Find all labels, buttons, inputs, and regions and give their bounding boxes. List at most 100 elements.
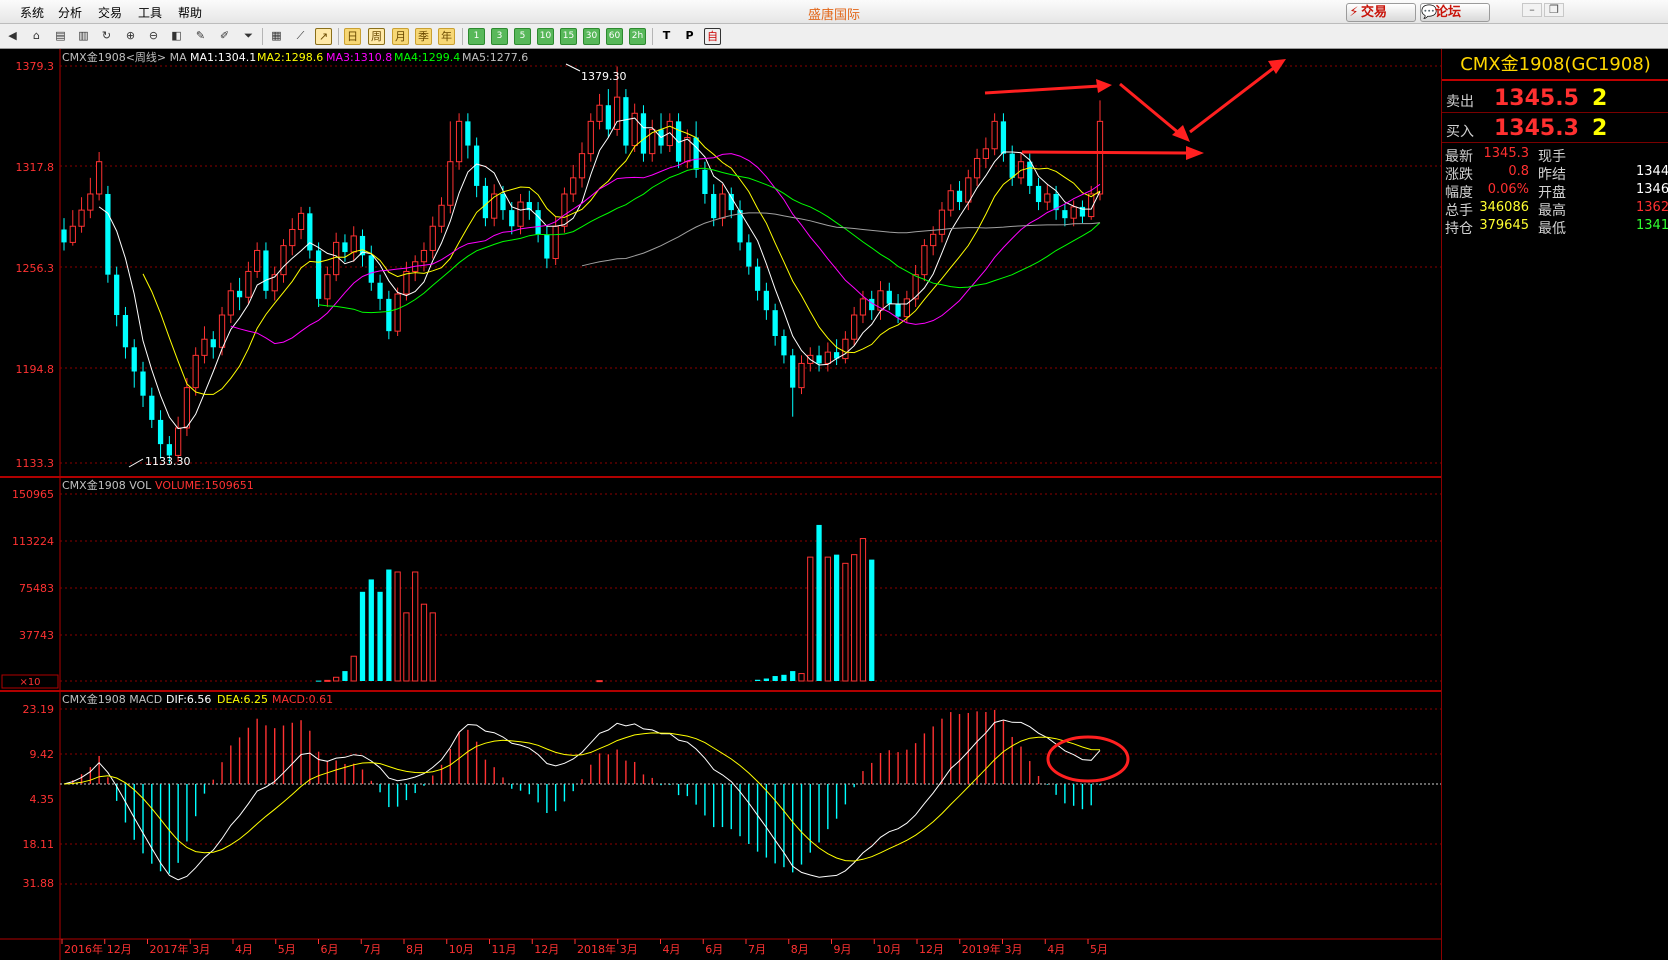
stat-value: 379645 bbox=[1479, 218, 1529, 233]
x-axis-label: 3月 bbox=[1005, 943, 1023, 956]
candle-body bbox=[482, 185, 489, 219]
chart-background bbox=[0, 49, 1441, 960]
app-title: 盛唐国际 bbox=[807, 8, 860, 23]
candle-body bbox=[561, 193, 568, 227]
stat-value: 346086 bbox=[1479, 200, 1529, 215]
x-axis-label: 7月 bbox=[748, 943, 766, 956]
macd-pane-label: CMX金1908 MACD bbox=[62, 692, 162, 706]
volume-bar bbox=[842, 562, 849, 682]
candle-body bbox=[420, 249, 428, 263]
menu-analysis[interactable]: 分析 bbox=[58, 4, 82, 21]
menu-trade[interactable]: 交易 bbox=[98, 4, 122, 21]
indicator-icon[interactable]: ↗ bbox=[315, 28, 332, 45]
forum-button[interactable]: 💬论坛 bbox=[1420, 3, 1490, 22]
trade-button[interactable]: ⚡ 交易 bbox=[1346, 3, 1416, 22]
bid-volume: 2 bbox=[1592, 116, 1608, 141]
line-chart-icon[interactable]: ⟋ bbox=[292, 28, 309, 45]
x-axis-label: 2017年 bbox=[150, 942, 189, 956]
minute-30-button[interactable]: 30 bbox=[583, 28, 600, 45]
candle-body bbox=[702, 169, 708, 194]
vol-pane-label: CMX金1908 VOL bbox=[62, 478, 152, 492]
candle-body bbox=[175, 427, 182, 456]
stat-label: 开盘 bbox=[1538, 185, 1566, 201]
contract-title: CMX金1908(GC1908) bbox=[1442, 49, 1668, 81]
refresh-icon[interactable]: ↻ bbox=[98, 28, 115, 45]
candle-body bbox=[570, 177, 577, 195]
bid-row[interactable]: 买入 1345.3 2 bbox=[1442, 113, 1668, 143]
volume-bar bbox=[412, 571, 419, 682]
candle-body bbox=[87, 193, 94, 211]
volume-bar bbox=[333, 676, 340, 682]
candle-body bbox=[368, 255, 374, 283]
quote-list-icon[interactable]: ▤ bbox=[52, 28, 69, 45]
zoom-out-icon[interactable]: ⊖ bbox=[145, 28, 162, 45]
candle-body bbox=[289, 228, 296, 247]
stat-label: 最高 bbox=[1538, 203, 1566, 219]
candle-body bbox=[517, 201, 524, 227]
minute-60-button[interactable]: 60 bbox=[606, 28, 623, 45]
candle-body bbox=[245, 270, 252, 298]
candle-body bbox=[377, 282, 383, 299]
volume-bar bbox=[359, 591, 366, 681]
filter-icon[interactable]: ⏷ bbox=[240, 28, 257, 45]
period-year-button[interactable]: 年 bbox=[438, 28, 455, 45]
candle-body bbox=[315, 250, 322, 299]
ma5-label: MA5:1277.6 bbox=[462, 51, 528, 64]
p-button[interactable]: P bbox=[681, 28, 698, 45]
y-tick-label: 1194.8 bbox=[16, 363, 55, 376]
stat-value: 1362 bbox=[1636, 200, 1668, 215]
window-icon[interactable]: ◧ bbox=[168, 28, 185, 45]
y-tick-label: 1379.3 bbox=[16, 60, 55, 73]
candle-body bbox=[1035, 185, 1042, 203]
high-price-label: 1379.30 bbox=[581, 70, 627, 83]
hour-2-button[interactable]: 2h bbox=[629, 28, 646, 45]
candle-body bbox=[535, 210, 541, 235]
menu-help[interactable]: 帮助 bbox=[178, 4, 202, 21]
x-axis-label: 12月 bbox=[107, 943, 132, 956]
macd-tick-label: 31.88 bbox=[23, 877, 55, 890]
home-icon[interactable]: ⌂ bbox=[28, 28, 45, 45]
x-axis-label: 4月 bbox=[663, 943, 681, 956]
candle-body bbox=[78, 209, 85, 227]
ask-price: 1345.5 bbox=[1494, 86, 1579, 111]
minute-1-button[interactable]: 1 bbox=[468, 28, 485, 45]
candle-body bbox=[131, 347, 137, 372]
minute-5-button[interactable]: 5 bbox=[514, 28, 531, 45]
x-axis-label: 8月 bbox=[406, 943, 424, 956]
period-quarter-button[interactable]: 季 bbox=[415, 28, 432, 45]
menu-system[interactable]: 系统 bbox=[20, 4, 44, 21]
pen-icon[interactable]: ✎ bbox=[192, 28, 209, 45]
t-button[interactable]: T bbox=[658, 28, 675, 45]
draw-icon[interactable]: ✐ bbox=[216, 28, 233, 45]
candle-body bbox=[386, 298, 392, 332]
candle-body bbox=[105, 193, 111, 275]
restore-icon[interactable]: ❐ bbox=[1544, 3, 1564, 17]
stat-label: 昨结 bbox=[1538, 167, 1566, 183]
period-month-button[interactable]: 月 bbox=[392, 28, 409, 45]
minute-15-button[interactable]: 15 bbox=[560, 28, 577, 45]
minute-10-button[interactable]: 10 bbox=[537, 28, 554, 45]
back-arrow-icon[interactable]: ◀ bbox=[4, 28, 21, 45]
minimize-icon[interactable]: – bbox=[1522, 3, 1542, 17]
chart-icon[interactable]: ▥ bbox=[75, 28, 92, 45]
candle-body bbox=[254, 249, 261, 272]
toolbar-separator bbox=[652, 28, 653, 45]
zoom-in-icon[interactable]: ⊕ bbox=[122, 28, 139, 45]
table-icon[interactable]: ▦ bbox=[268, 28, 285, 45]
minute-3-button[interactable]: 3 bbox=[491, 28, 508, 45]
candle-body bbox=[280, 245, 287, 276]
menu-tools[interactable]: 工具 bbox=[138, 4, 162, 21]
period-week-button[interactable]: 周 bbox=[368, 28, 385, 45]
volume-bar bbox=[377, 591, 383, 681]
candle-body bbox=[218, 314, 226, 348]
period-day-button[interactable]: 日 bbox=[344, 28, 361, 45]
stat-row: 持仓 379645 最低 1341. bbox=[1442, 218, 1668, 237]
candle-body bbox=[790, 355, 796, 388]
chart-area[interactable]: CMX金1908<周线> MA MA1:1304.1 MA2:1298.6 MA… bbox=[0, 49, 1441, 960]
x-axis-label: 2018年 bbox=[577, 942, 616, 956]
custom-button[interactable]: 自 bbox=[704, 28, 721, 45]
ask-row[interactable]: 卖出 1345.5 2 bbox=[1442, 83, 1668, 113]
candle-body bbox=[711, 193, 717, 219]
volume-bar bbox=[315, 680, 322, 682]
vol-unit-label: ×10 bbox=[19, 677, 40, 688]
